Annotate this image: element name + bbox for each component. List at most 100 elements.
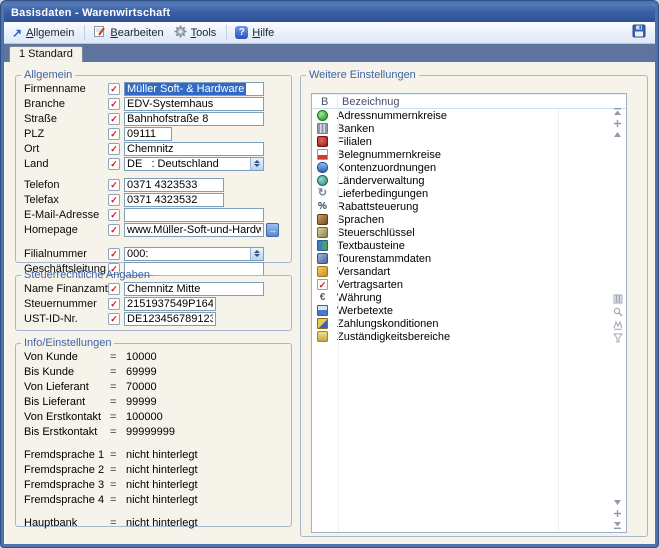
branche-input[interactable]: [124, 97, 264, 111]
field-check-icon[interactable]: ✓: [108, 143, 120, 155]
field-firmenname: Firmenname ✓ Müller Soft- & Hardware: [24, 81, 291, 96]
column-header-b[interactable]: B: [312, 95, 338, 108]
menu-allgemein[interactable]: ↗ Allgemein: [8, 26, 80, 40]
list-item[interactable]: Banken: [312, 122, 626, 135]
list-item[interactable]: €Währung: [312, 291, 626, 304]
toolbar-separator: [84, 25, 85, 40]
telefax-input[interactable]: [124, 193, 224, 207]
country-administration-icon: [317, 175, 328, 186]
scroll-last-icon[interactable]: [613, 521, 622, 529]
field-check-icon[interactable]: ✓: [108, 224, 120, 236]
group-steuer: Steuerrechtliche Angaben Name Finanzamt …: [15, 269, 292, 331]
list-item[interactable]: Adressnummernkreise: [312, 109, 626, 122]
list-item[interactable]: ✓Vertragsarten: [312, 278, 626, 291]
list-item[interactable]: Steuerschlüssel: [312, 226, 626, 239]
list-item[interactable]: ↻Lieferbedingungen: [312, 187, 626, 200]
field-steuernummer: Steuernummer ✓: [24, 296, 291, 311]
homepage-input[interactable]: [124, 223, 264, 237]
list-item[interactable]: Sprachen: [312, 213, 626, 226]
document-number-ranges-icon: [317, 149, 328, 160]
list-item[interactable]: Kontenzuordnungen: [312, 161, 626, 174]
scroll-first-icon[interactable]: [613, 108, 622, 116]
list-item[interactable]: Zahlungskonditionen: [312, 317, 626, 330]
field-telefax: Telefax ✓: [24, 192, 291, 207]
ort-input[interactable]: [124, 142, 264, 156]
column-header-bezeichnung[interactable]: Bezeichnug: [338, 95, 400, 108]
menu-hilfe[interactable]: ? Hilfe: [231, 25, 280, 40]
settings-list: B Bezeichnug Adressnummernkreise Banken …: [311, 93, 627, 533]
search-icon[interactable]: [613, 307, 623, 317]
land-select[interactable]: DE : Deutschland: [124, 157, 264, 171]
columns-icon[interactable]: [613, 294, 623, 304]
field-check-icon[interactable]: ✓: [108, 248, 120, 260]
field-telefon: Telefon ✓: [24, 177, 291, 192]
field-check-icon[interactable]: ✓: [108, 179, 120, 191]
list-item[interactable]: Textbausteine: [312, 239, 626, 252]
notes-icon[interactable]: [613, 320, 623, 330]
steuernummer-input[interactable]: [124, 297, 216, 311]
finanzamt-input[interactable]: [124, 282, 264, 296]
email-input[interactable]: [124, 208, 264, 222]
group-title: Info/Einstellungen: [21, 337, 114, 349]
list-item[interactable]: %Rabattsteuerung: [312, 200, 626, 213]
banks-icon: [317, 123, 328, 134]
group-title: Steuerrechtliche Angaben: [21, 269, 153, 281]
filter-icon[interactable]: [613, 333, 623, 343]
menu-tools[interactable]: Tools: [170, 24, 223, 42]
list-item[interactable]: Werbetexte: [312, 304, 626, 317]
field-check-icon[interactable]: ✓: [108, 283, 120, 295]
field-check-icon[interactable]: ✓: [108, 298, 120, 310]
field-check-icon[interactable]: ✓: [108, 313, 120, 325]
field-check-icon[interactable]: ✓: [108, 158, 120, 170]
branches-icon: [317, 136, 328, 147]
scroll-up-icon[interactable]: [613, 131, 622, 138]
list-item[interactable]: Belegnummernkreise: [312, 148, 626, 161]
list-item[interactable]: Tourenstammdaten: [312, 252, 626, 265]
info-row: Fremdsprache 3=nicht hinterlegt: [24, 477, 291, 492]
strasse-input[interactable]: [124, 112, 264, 126]
field-filialnummer: Filialnummer ✓ 000:: [24, 246, 291, 261]
languages-icon: [317, 214, 328, 225]
scroll-down-icon[interactable]: [613, 499, 622, 506]
column-divider: [558, 109, 559, 532]
plz-input[interactable]: [124, 127, 172, 141]
field-ort: Ort ✓: [24, 141, 291, 156]
spinner-buttons[interactable]: [250, 158, 263, 170]
list-item[interactable]: Zuständigkeitsbereiche: [312, 330, 626, 343]
field-check-icon[interactable]: ✓: [108, 209, 120, 221]
list-item[interactable]: Versandart: [312, 265, 626, 278]
filialnummer-select[interactable]: 000:: [124, 247, 264, 261]
field-check-icon[interactable]: ✓: [108, 194, 120, 206]
firmenname-input[interactable]: Müller Soft- & Hardware: [124, 82, 264, 96]
group-title: Weitere Einstellungen: [306, 69, 419, 81]
telefon-input[interactable]: [124, 178, 224, 192]
list-item[interactable]: Länderverwaltung: [312, 174, 626, 187]
ustid-input[interactable]: [124, 312, 216, 326]
payment-terms-icon: [317, 318, 328, 329]
delivery-terms-icon: ↻: [317, 188, 328, 199]
contract-types-icon: ✓: [317, 279, 328, 290]
window-title: Basisdaten - Warenwirtschaft: [11, 7, 170, 19]
group-title: Allgemein: [21, 69, 75, 81]
menu-bearbeiten[interactable]: Bearbeiten: [89, 24, 169, 42]
info-row: Von Erstkontakt=100000: [24, 409, 291, 424]
field-check-icon[interactable]: ✓: [108, 98, 120, 110]
save-button[interactable]: [632, 24, 646, 41]
info-row: Bis Erstkontakt=99999999: [24, 424, 291, 439]
open-homepage-button[interactable]: →: [266, 223, 279, 237]
field-check-icon[interactable]: ✓: [108, 113, 120, 125]
info-row: Bis Kunde=69999: [24, 364, 291, 379]
tab-standard[interactable]: 1 Standard: [9, 46, 83, 62]
list-item[interactable]: Filialen: [312, 135, 626, 148]
shipping-type-icon: [317, 266, 328, 277]
field-check-icon[interactable]: ✓: [108, 83, 120, 95]
field-plz: PLZ ✓: [24, 126, 291, 141]
gear-icon: [174, 25, 187, 41]
title-bar[interactable]: Basisdaten - Warenwirtschaft: [4, 4, 655, 22]
scroll-page-down-icon[interactable]: [613, 509, 622, 518]
spinner-buttons[interactable]: [250, 248, 263, 260]
tab-strip: 1 Standard: [4, 44, 655, 62]
scroll-page-up-icon[interactable]: [613, 119, 622, 128]
field-check-icon[interactable]: ✓: [108, 128, 120, 140]
info-row: Hauptbank=nicht hinterlegt: [24, 515, 291, 530]
